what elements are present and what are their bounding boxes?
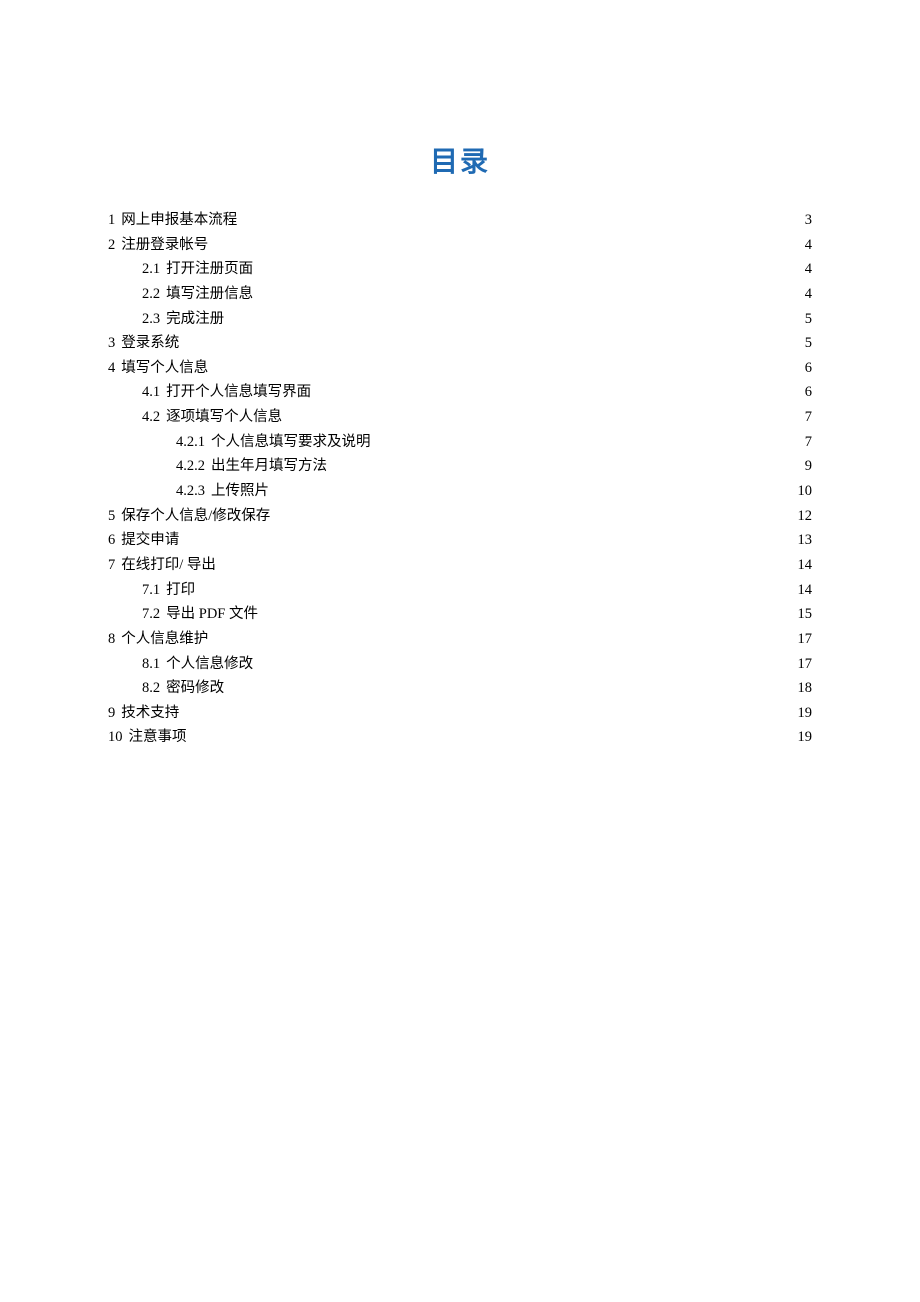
toc-entry[interactable]: 9技术支持 19 [108,701,812,726]
toc-entry-page: 14 [798,578,813,603]
toc-entry[interactable]: 10注意事项 19 [108,725,812,750]
toc-entry-page: 7 [805,405,812,430]
toc-entry[interactable]: 8个人信息维护 17 [108,627,812,652]
toc-entry-number: 2 [108,233,121,258]
toc-entry[interactable]: 4填写个人信息 6 [108,356,812,381]
toc-entry-number: 4.1 [142,380,166,405]
toc-entry-number: 5 [108,504,121,529]
toc-entry-label: 个人信息填写要求及说明 [211,430,371,455]
toc-entry-label: 密码修改 [166,676,224,701]
toc-entry-number: 2.1 [142,257,166,282]
toc-entry-number: 9 [108,701,121,726]
toc-entry-number: 6 [108,528,121,553]
toc-entry[interactable]: 8.1个人信息修改 17 [108,652,812,677]
toc-entry[interactable]: 4.2.3上传照片 10 [108,479,812,504]
toc-entry-page: 15 [798,602,813,627]
toc-entry-page: 18 [798,676,813,701]
toc-entry[interactable]: 7.1打印 14 [108,578,812,603]
toc-entry-page: 13 [798,528,813,553]
toc-entry-page: 7 [805,430,812,455]
toc-entry-number: 4.2 [142,405,166,430]
toc-entry[interactable]: 6提交申请 13 [108,528,812,553]
toc-entry-number: 8 [108,627,121,652]
toc-entry-label: 个人信息修改 [166,652,253,677]
toc-entry-number: 4 [108,356,121,381]
toc-entry-label: 打开个人信息填写界面 [166,380,311,405]
toc-entry-page: 6 [805,380,812,405]
toc-entry-number: 8.2 [142,676,166,701]
toc-entry-label: 打开注册页面 [166,257,253,282]
toc-entry-page: 5 [805,307,812,332]
toc-entry-page: 12 [798,504,813,529]
toc-entry-page: 19 [798,701,813,726]
toc-entry[interactable]: 2注册登录帐号 4 [108,233,812,258]
toc-entry-label: 打印 [166,578,195,603]
toc-entry-number: 1 [108,208,121,233]
toc-entry[interactable]: 4.2.1个人信息填写要求及说明 7 [108,430,812,455]
toc-entry[interactable]: 8.2密码修改 18 [108,676,812,701]
toc-entry-number: 4.2.2 [176,454,211,479]
toc-entry-label: 在线打印/ 导出 [121,553,216,578]
toc-entry-page: 9 [805,454,812,479]
toc-entry-page: 14 [798,553,813,578]
toc-entry-page: 19 [798,725,813,750]
toc-entry-number: 7.1 [142,578,166,603]
toc-entry-page: 4 [805,282,812,307]
toc-entry-number: 4.2.3 [176,479,211,504]
document-page: 目录 1网上申报基本流程32注册登录帐号42.1打开注册页面42.2填写注册信息… [0,0,920,750]
toc-entry-label: 填写个人信息 [121,356,208,381]
toc-entry-page: 17 [798,627,813,652]
toc-entry-number: 2.2 [142,282,166,307]
toc-entry-label: 注意事项 [129,725,187,750]
toc-entry-number: 7.2 [142,602,166,627]
toc-entry-label: 导出 PDF 文件 [166,602,258,627]
toc-entry-number: 2.3 [142,307,166,332]
toc-entry[interactable]: 7在线打印/ 导出 14 [108,553,812,578]
toc-entry-label: 网上申报基本流程 [121,208,237,233]
toc-entry-number: 3 [108,331,121,356]
toc-entry[interactable]: 2.3完成注册 5 [108,307,812,332]
toc-entry[interactable]: 4.2.2出生年月填写方法 9 [108,454,812,479]
toc-list: 1网上申报基本流程32注册登录帐号42.1打开注册页面42.2填写注册信息42.… [108,208,812,750]
toc-entry[interactable]: 4.1打开个人信息填写界面 6 [108,380,812,405]
toc-entry-number: 8.1 [142,652,166,677]
toc-entry-page: 4 [805,257,812,282]
toc-entry[interactable]: 4.2逐项填写个人信息 7 [108,405,812,430]
toc-entry-label: 登录系统 [121,331,179,356]
toc-entry-label: 逐项填写个人信息 [166,405,282,430]
toc-entry-page: 4 [805,233,812,258]
toc-entry[interactable]: 3登录系统 5 [108,331,812,356]
toc-entry[interactable]: 2.1打开注册页面 4 [108,257,812,282]
toc-entry[interactable]: 7.2导出 PDF 文件 15 [108,602,812,627]
toc-title: 目录 [108,140,812,180]
toc-entry-label: 注册登录帐号 [121,233,208,258]
toc-entry-label: 个人信息维护 [121,627,208,652]
toc-entry-page: 6 [805,356,812,381]
toc-entry-page: 5 [805,331,812,356]
toc-entry-label: 完成注册 [166,307,224,332]
toc-entry-label: 填写注册信息 [166,282,253,307]
toc-entry-number: 7 [108,553,121,578]
toc-entry[interactable]: 2.2填写注册信息 4 [108,282,812,307]
toc-entry-number: 4.2.1 [176,430,211,455]
toc-entry[interactable]: 5保存个人信息/修改保存 12 [108,504,812,529]
toc-entry-number: 10 [108,725,129,750]
toc-entry-page: 17 [798,652,813,677]
toc-entry[interactable]: 1网上申报基本流程 3 [108,208,812,233]
toc-entry-label: 技术支持 [121,701,179,726]
toc-entry-page: 3 [805,208,812,233]
toc-entry-label: 保存个人信息/修改保存 [121,504,270,529]
toc-entry-label: 提交申请 [121,528,179,553]
toc-entry-label: 上传照片 [211,479,269,504]
toc-entry-label: 出生年月填写方法 [211,454,327,479]
toc-entry-page: 10 [798,479,813,504]
